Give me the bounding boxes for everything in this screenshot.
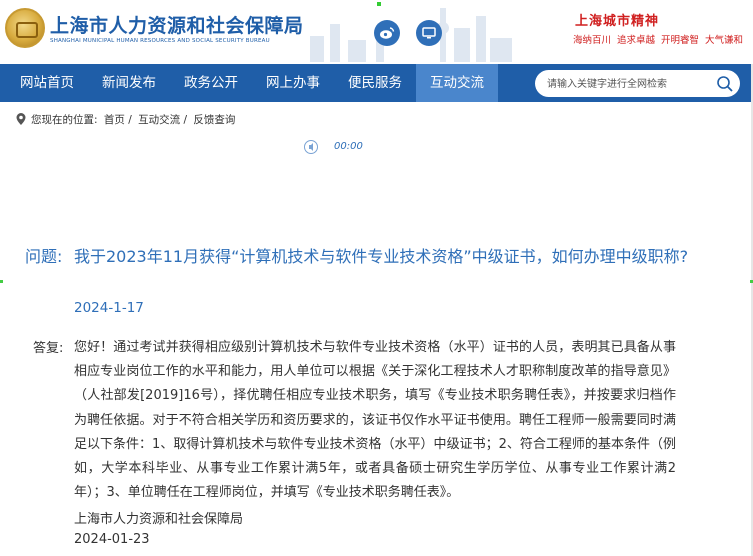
- nav-item-interaction[interactable]: 互动交流: [416, 64, 498, 102]
- question-text: 我于2023年11月获得“计算机技术与软件专业技术资格”中级证书，如何办理中级职…: [74, 247, 689, 266]
- nav-item-news[interactable]: 新闻发布: [88, 64, 170, 102]
- site-title[interactable]: 上海市人力资源和社会保障局: [50, 11, 304, 38]
- breadcrumb-home[interactable]: 首页 /: [104, 114, 132, 126]
- search-icon: [717, 76, 733, 92]
- audio-time: 00:00: [334, 141, 363, 152]
- answer-label: 答复:: [33, 341, 64, 356]
- monitor-icon[interactable]: [416, 20, 442, 46]
- city-spirit-words: 海纳百川 追求卓越 开明睿智 大气谦和: [573, 35, 744, 46]
- search-button[interactable]: [715, 74, 735, 94]
- answer-date: 2024-01-23: [74, 532, 150, 547]
- bureau-emblem-icon[interactable]: [5, 8, 45, 48]
- status-dot: [377, 2, 381, 6]
- nav-item-government-affairs[interactable]: 政务公开: [170, 64, 252, 102]
- weibo-icon[interactable]: [374, 20, 400, 46]
- question-date: 2024-1-17: [74, 300, 144, 316]
- search-box: [535, 70, 740, 97]
- search-input[interactable]: [547, 76, 707, 92]
- edge-marker-left: [0, 280, 3, 283]
- nav-item-convenience[interactable]: 便民服务: [334, 64, 416, 102]
- location-pin-icon: [16, 113, 26, 125]
- nav-item-home[interactable]: 网站首页: [6, 64, 88, 102]
- site-subtitle: SHANGHAI MUNICIPAL HUMAN RESOURCES AND S…: [50, 38, 270, 44]
- question-label: 问题:: [25, 247, 63, 266]
- breadcrumb-prefix: 您现在的位置:: [31, 114, 98, 126]
- city-spirit-title: 上海城市精神: [575, 14, 660, 29]
- breadcrumb: 您现在的位置: 首页 / 互动交流 / 反馈查询: [31, 112, 238, 127]
- nav-item-online-services[interactable]: 网上办事: [252, 64, 334, 102]
- audio-play-icon[interactable]: [304, 140, 318, 154]
- answer-text: 您好！通过考试并获得相应级别计算机技术与软件专业技术资格（水平）证书的人员，表明…: [74, 340, 676, 501]
- site-header: 上海市人力资源和社会保障局 SHANGHAI MUNICIPAL HUMAN R…: [0, 0, 753, 64]
- answer-organization: 上海市人力资源和社会保障局: [74, 512, 244, 527]
- breadcrumb-interaction[interactable]: 互动交流 /: [138, 114, 187, 126]
- city-skyline-decoration: [290, 4, 520, 62]
- breadcrumb-feedback[interactable]: 反馈查询: [193, 114, 235, 126]
